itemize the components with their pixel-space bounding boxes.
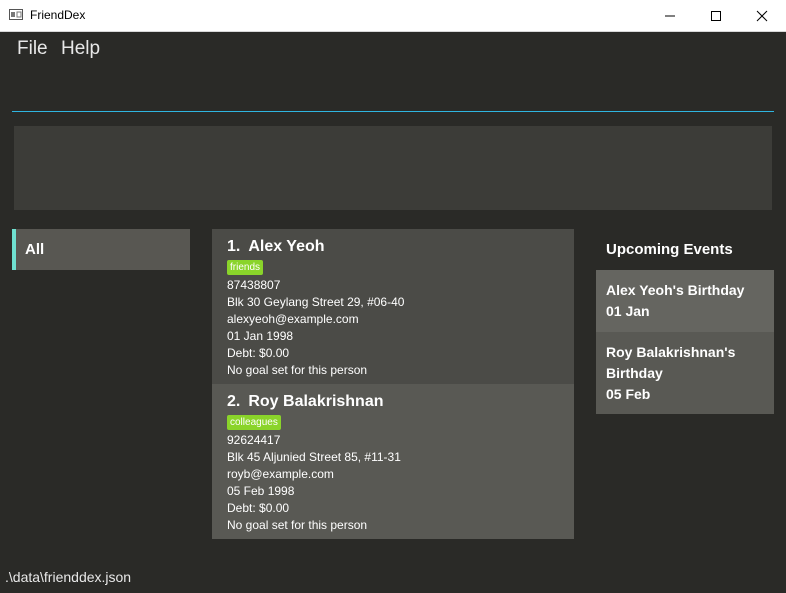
person-address: Blk 30 Geylang Street 29, #06-40 bbox=[227, 295, 405, 309]
title-bar: FriendDex bbox=[0, 0, 786, 32]
result-display bbox=[14, 126, 772, 210]
person-goal: No goal set for this person bbox=[227, 518, 368, 532]
event-date: 01 Jan bbox=[606, 303, 650, 319]
person-card[interactable]: 2. Roy Balakrishnan colleagues 92624417 B… bbox=[212, 384, 574, 539]
status-bar-path: .\data\frienddex.json bbox=[5, 569, 132, 585]
minimize-button[interactable] bbox=[647, 0, 693, 31]
upcoming-events-title: Upcoming Events bbox=[606, 241, 733, 258]
app-window-icon bbox=[9, 9, 23, 20]
command-input[interactable] bbox=[12, 72, 774, 111]
tab-all[interactable]: All bbox=[12, 229, 190, 270]
person-phone: 87438807 bbox=[227, 278, 281, 292]
tab-all-label: All bbox=[25, 241, 45, 258]
person-list[interactable]: 1. Alex Yeoh friends 87438807 Blk 30 Geyl… bbox=[212, 229, 574, 539]
person-address: Blk 45 Aljunied Street 85, #11-31 bbox=[227, 450, 401, 464]
person-card[interactable]: 1. Alex Yeoh friends 87438807 Blk 30 Geyl… bbox=[212, 229, 574, 384]
person-email: royb@example.com bbox=[227, 467, 334, 481]
person-birthday: 01 Jan 1998 bbox=[227, 329, 294, 343]
close-icon bbox=[756, 10, 768, 21]
event-item[interactable]: Alex Yeoh's Birthday 01 Jan bbox=[596, 270, 774, 332]
menu-file[interactable]: File bbox=[17, 38, 48, 60]
maximize-icon bbox=[711, 10, 721, 21]
command-box bbox=[12, 72, 774, 112]
minimize-icon bbox=[665, 15, 675, 16]
maximize-button[interactable] bbox=[693, 0, 739, 31]
person-debt: Debt: $0.00 bbox=[227, 501, 290, 515]
close-button[interactable] bbox=[739, 0, 785, 31]
event-name: Roy Balakrishnan's Birthday bbox=[606, 344, 736, 381]
person-goal: No goal set for this person bbox=[227, 363, 368, 377]
menu-bar: File Help bbox=[0, 31, 786, 67]
person-name: 1. Alex Yeoh bbox=[227, 238, 325, 256]
event-item[interactable]: Roy Balakrishnan's Birthday 05 Feb bbox=[596, 332, 774, 414]
person-index: 1. bbox=[227, 238, 241, 255]
menu-help[interactable]: Help bbox=[61, 38, 100, 60]
event-date: 05 Feb bbox=[606, 386, 651, 402]
person-tag: colleagues bbox=[227, 415, 281, 430]
person-index: 2. bbox=[227, 393, 241, 410]
person-birthday: 05 Feb 1998 bbox=[227, 484, 295, 498]
person-tag: friends bbox=[227, 260, 264, 275]
event-name: Alex Yeoh's Birthday bbox=[606, 282, 745, 298]
person-phone: 92624417 bbox=[227, 433, 281, 447]
event-text: Roy Balakrishnan's Birthday 05 Feb bbox=[606, 342, 766, 405]
person-name-text: Alex Yeoh bbox=[248, 238, 325, 255]
person-email: alexyeoh@example.com bbox=[227, 312, 359, 326]
person-name-text: Roy Balakrishnan bbox=[248, 393, 384, 410]
person-name: 2. Roy Balakrishnan bbox=[227, 393, 384, 411]
person-debt: Debt: $0.00 bbox=[227, 346, 290, 360]
window-title: FriendDex bbox=[30, 8, 86, 22]
event-text: Alex Yeoh's Birthday 01 Jan bbox=[606, 280, 766, 322]
